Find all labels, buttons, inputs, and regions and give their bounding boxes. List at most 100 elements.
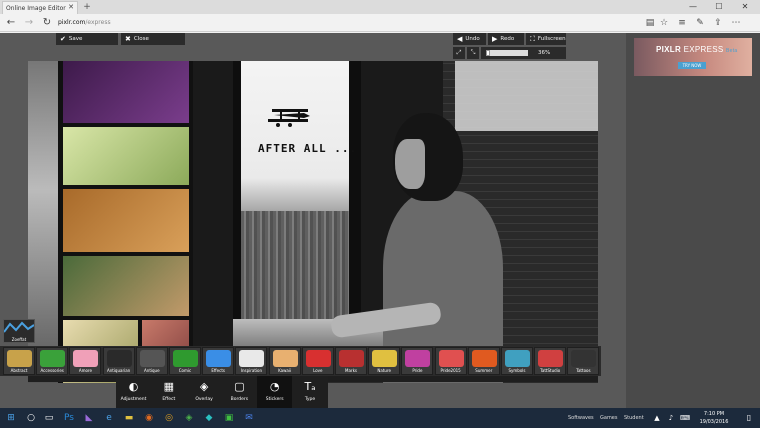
close-button[interactable]: ✖ Close — [121, 33, 185, 45]
hub-icon[interactable]: ≡ — [676, 17, 688, 29]
sticker-category-amore[interactable]: Amore — [69, 347, 102, 375]
forward-arrow-icon[interactable]: → — [22, 16, 36, 30]
window-photo: AFTER ALL ... — [193, 61, 598, 383]
ad-column: PIXLR EXPRESS Beta TRY NOW — [626, 33, 760, 408]
photo-canvas[interactable]: AFTER ALL ... — [28, 61, 598, 383]
sticker-category-pride[interactable]: Pride — [401, 347, 434, 375]
tool-label: Type — [304, 397, 316, 402]
sticker-category-effects[interactable]: Effects — [202, 347, 235, 375]
new-tab-button[interactable]: + — [82, 1, 92, 13]
photoshop-icon[interactable]: Ps — [62, 411, 76, 425]
start-icon[interactable]: ⊞ — [4, 411, 18, 425]
tool-stickers[interactable]: ◔ Stickers — [257, 376, 293, 408]
sticker-category-strip: Abstract Accessories Amore Antiquarian Antiq… — [0, 346, 601, 376]
close-icon: ✖ — [125, 35, 131, 43]
tool-label: Borders — [230, 397, 249, 402]
notification-icon[interactable]: ▯ — [742, 411, 756, 425]
file-explorer-icon[interactable]: ▬ — [122, 411, 136, 425]
sticker-thumb — [405, 350, 431, 367]
sticker-category-marks[interactable]: Marks — [335, 347, 367, 375]
save-button[interactable]: ✔ Save — [56, 33, 118, 45]
edge-icon[interactable]: e — [102, 411, 116, 425]
sticker-category-antique[interactable]: Antique — [135, 347, 168, 375]
reading-view-icon[interactable]: ▤ — [644, 17, 656, 29]
network-icon[interactable]: ▲ — [650, 411, 664, 425]
minimize-button[interactable]: — — [680, 0, 706, 14]
app-icon[interactable]: ◆ — [202, 411, 216, 425]
app-icon[interactable]: ▣ — [222, 411, 236, 425]
redo-label: Redo — [500, 36, 515, 42]
visual-studio-icon[interactable]: ◣ — [82, 411, 96, 425]
sticker-category-accessories[interactable]: Accessories — [36, 347, 69, 375]
refresh-icon[interactable]: ↻ — [40, 16, 54, 30]
back-arrow-icon[interactable]: ← — [4, 16, 18, 30]
tool-label: Effect — [162, 397, 176, 402]
task-view-icon[interactable]: ▭ — [42, 411, 56, 425]
redo-button[interactable]: ▶ Redo — [488, 33, 524, 45]
effect-preview-thumb[interactable]: Zoeffat — [3, 319, 35, 343]
caption-text-sticker[interactable]: AFTER ALL ... — [258, 142, 357, 155]
toolbar-student[interactable]: Student — [624, 408, 644, 428]
sticker-category-antiquarian[interactable]: Antiquarian — [102, 347, 135, 375]
fullscreen-button[interactable]: ⛶ Fullscreen — [526, 33, 566, 45]
sticker-category-symbols[interactable]: Symbols — [501, 347, 533, 375]
sticker-category-tattstudio[interactable]: TattStudio — [534, 347, 567, 375]
tab-close-icon[interactable]: ✕ — [68, 3, 74, 11]
sticker-category-label: Amore — [78, 368, 92, 373]
browser-tab[interactable]: Online Image Editor | Pi ✕ — [2, 1, 78, 14]
sticker-thumb — [206, 350, 232, 367]
window-close-button[interactable]: ✕ — [732, 0, 758, 14]
more-icon[interactable]: ⋯ — [730, 17, 742, 29]
tool-adjustment[interactable]: ◐ Adjustment — [116, 376, 151, 408]
app-icon[interactable]: ◈ — [182, 411, 196, 425]
search-icon[interactable]: ○ — [24, 411, 38, 425]
sticker-category-kawaii[interactable]: Kawaii — [268, 347, 301, 375]
sticker-category-label: Love — [313, 368, 323, 373]
sticker-category-label: Antiquarian — [106, 368, 131, 373]
sticker-category-tattoos[interactable]: Tattoos — [567, 347, 600, 375]
toolbar-softwaves[interactable]: Softwaves — [568, 408, 594, 428]
biplane-sticker[interactable] — [266, 103, 312, 131]
sticker-category-summer[interactable]: Summer — [467, 347, 500, 375]
favorite-star-icon[interactable]: ☆ — [658, 17, 670, 29]
sticker-thumb — [505, 350, 530, 367]
zoom-slider-handle[interactable] — [486, 50, 491, 56]
chrome-icon[interactable]: ◎ — [162, 411, 176, 425]
effect-preview-label: Zoeffat — [11, 337, 27, 342]
tool-overlay[interactable]: ◈ Overlay — [187, 376, 222, 408]
sticker-category-comic[interactable]: Comic — [169, 347, 201, 375]
ad-title: PIXLR EXPRESS Beta — [656, 45, 738, 54]
editor-workspace: ✔ Save ✖ Close ◀ Undo ▶ Redo ⛶ Fullscree… — [0, 33, 626, 408]
system-clock[interactable]: 7:10 PM 19/03/2016 — [694, 410, 734, 426]
firefox-icon[interactable]: ◉ — [142, 411, 156, 425]
sticker-category-nature[interactable]: Nature — [368, 347, 401, 375]
share-icon[interactable]: ⇪ — [712, 17, 724, 29]
pixlr-ad-banner[interactable]: PIXLR EXPRESS Beta TRY NOW — [634, 38, 752, 76]
sticker-category-label: Marks — [345, 368, 357, 373]
app-icon[interactable]: ✉ — [242, 411, 256, 425]
sticker-thumb — [173, 350, 198, 367]
sticker-category-pride2015[interactable]: Pride2015 — [434, 347, 467, 375]
actual-size-icon[interactable]: ⤡ — [467, 47, 479, 59]
tool-effect[interactable]: ▦ Effect — [151, 376, 186, 408]
fit-screen-icon[interactable]: ⤢ — [453, 47, 465, 59]
url-field[interactable]: pixlr.com/express — [58, 17, 618, 29]
person-face — [395, 139, 425, 189]
web-note-icon[interactable]: ✎ — [694, 17, 706, 29]
browser-address-bar: ← → ↻ pixlr.com/express ▤ ☆ ≡ ✎ ⇪ ⋯ — [0, 14, 760, 32]
ad-try-button[interactable]: TRY NOW — [678, 62, 706, 69]
sticker-category-label: Tattoos — [576, 368, 591, 373]
maximize-button[interactable]: ☐ — [706, 0, 732, 14]
tool-type[interactable]: Tₐ Type — [293, 376, 328, 408]
tool-panel: ◐ Adjustment ▦ Effect ◈ Overlay ▢ Borders ◔ Stick… — [116, 376, 328, 408]
toolbar-games[interactable]: Games — [600, 408, 618, 428]
sticker-category-inspiration[interactable]: Inspiration — [235, 347, 268, 375]
zoom-slider[interactable] — [486, 50, 528, 56]
sticker-category-abstract[interactable]: Abstract — [3, 347, 35, 375]
zoom-percent: 36% — [538, 50, 551, 56]
undo-button[interactable]: ◀ Undo — [453, 33, 486, 45]
sticker-category-love[interactable]: Love — [301, 347, 334, 375]
tool-borders[interactable]: ▢ Borders — [222, 376, 257, 408]
language-icon[interactable]: ⌨ — [678, 411, 692, 425]
volume-icon[interactable]: ♪ — [664, 411, 678, 425]
